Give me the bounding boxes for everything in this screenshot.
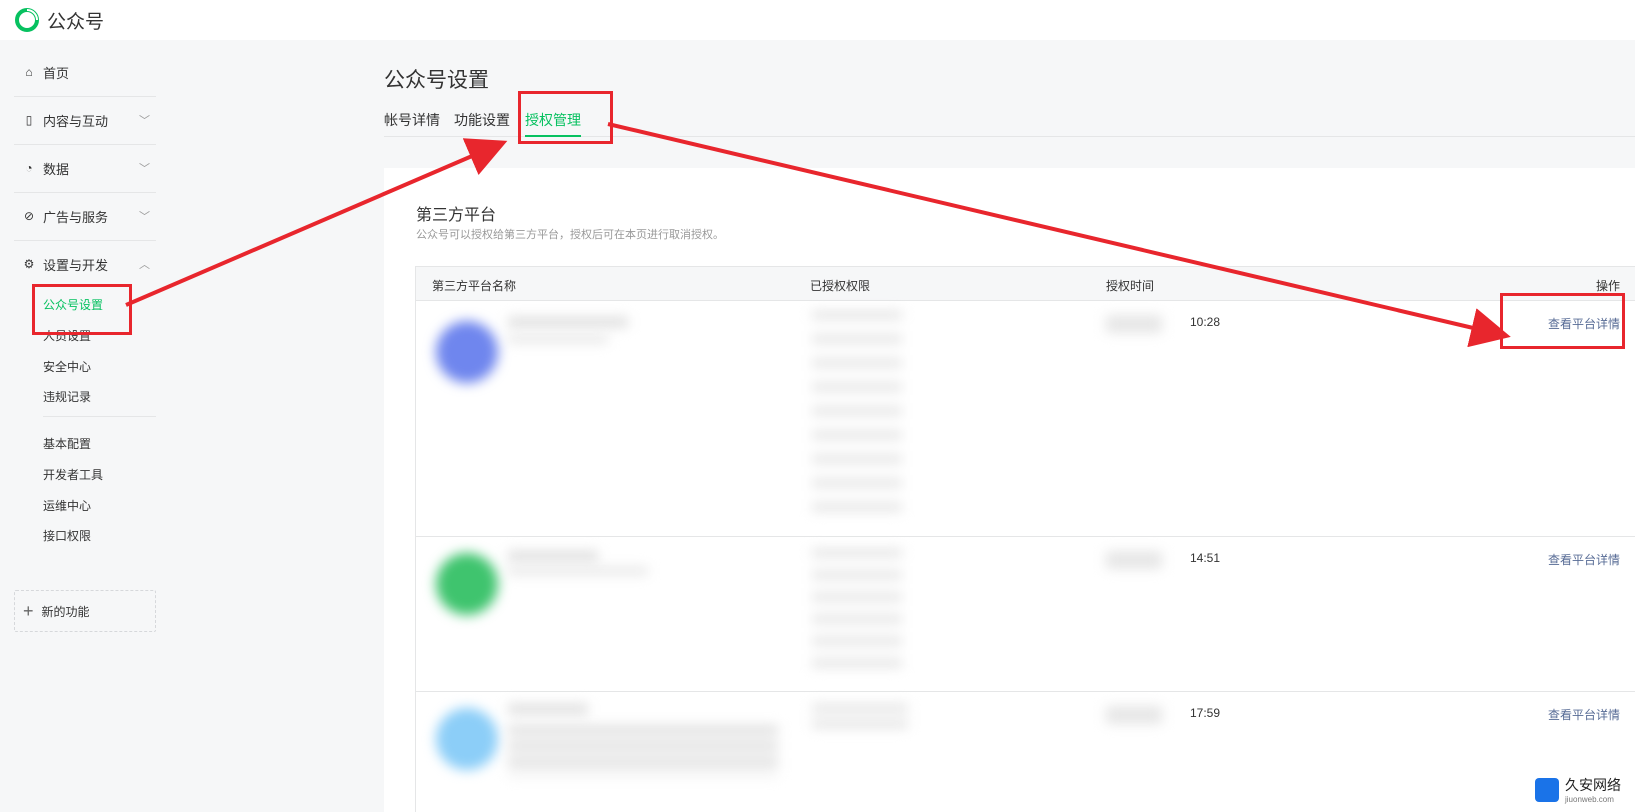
document-icon: ▯ — [25, 113, 33, 127]
watermark-logo-icon — [1535, 777, 1559, 802]
brand-name[interactable]: 公众号 — [47, 7, 104, 34]
watermark: 久安网络 jiuonweb.com — [1535, 775, 1621, 804]
nav-content[interactable]: ▯ 内容与互动 ﹀ — [22, 108, 150, 132]
blurred-platform-desc — [508, 335, 608, 343]
blurred-date — [1106, 315, 1162, 333]
plus-icon: + — [23, 601, 34, 621]
authorization-table: 第三方平台名称 已授权权限 授权时间 操作 10:28 查看平台详情 14:51… — [415, 266, 1635, 812]
sub-developer-tools[interactable]: 开发者工具 — [43, 466, 103, 483]
blurred-platform-name — [508, 317, 628, 327]
nav-ads-label: 广告与服务 — [43, 209, 109, 225]
nav-content-label: 内容与互动 — [43, 113, 109, 129]
chevron-up-icon: ︿ — [139, 259, 150, 271]
blurred-permissions — [812, 704, 908, 732]
top-bar: 公众号 — [0, 0, 1635, 40]
nav-settings[interactable]: ⚙ 设置与开发 ︿ — [22, 252, 150, 276]
sidebar-divider — [14, 192, 156, 193]
nav-ads[interactable]: ⊘ 广告与服务 ﹀ — [22, 204, 150, 228]
nav-data[interactable]: ◔ 数据 ﹀ — [22, 156, 150, 180]
home-icon: ⌂ — [25, 65, 33, 79]
sub-violation-records[interactable]: 违规记录 — [43, 388, 91, 405]
table-header: 第三方平台名称 已授权权限 授权时间 操作 — [416, 267, 1635, 301]
auth-time: 17:59 — [1190, 706, 1221, 720]
third-party-card: 第三方平台 公众号可以授权给第三方平台，授权后可在本页进行取消授权。 第三方平台… — [384, 168, 1635, 812]
wechat-logo-icon[interactable] — [14, 7, 40, 33]
blurred-date — [1106, 551, 1162, 569]
annotation-box-tab — [518, 91, 613, 144]
gear-icon: ⚙ — [23, 257, 35, 271]
sidebar-divider — [14, 144, 156, 145]
nav-settings-label: 设置与开发 — [43, 257, 109, 273]
header-platform-name: 第三方平台名称 — [432, 279, 517, 293]
section-description: 公众号可以授权给第三方平台，授权后可在本页进行取消授权。 — [416, 229, 724, 241]
pie-chart-icon: ◔ — [25, 161, 33, 175]
nav-data-label: 数据 — [43, 161, 70, 177]
sidebar-divider — [14, 240, 156, 241]
auth-time: 10:28 — [1190, 315, 1221, 329]
blurred-platform-name — [508, 704, 588, 714]
sidebar-divider — [14, 96, 156, 97]
sidebar: ⌂ 首页 ▯ 内容与互动 ﹀ ◔ 数据 ﹀ ⊘ 广告与服务 ﹀ ⚙ 设置与开发 … — [0, 40, 170, 812]
table-row: 17:59 查看平台详情 — [416, 692, 1635, 812]
blurred-platform-desc — [508, 567, 648, 575]
blurred-platform-name — [508, 551, 598, 561]
chevron-down-icon: ﹀ — [139, 211, 150, 223]
annotation-box-sidebar — [32, 284, 132, 335]
platform-avatar — [436, 553, 498, 615]
watermark-domain: jiuonweb.com — [1565, 795, 1614, 804]
page-title: 公众号设置 — [384, 69, 489, 92]
chevron-down-icon: ﹀ — [139, 163, 150, 175]
sidebar-divider — [43, 416, 156, 417]
annotation-box-action — [1500, 293, 1625, 349]
view-platform-details-link[interactable]: 查看平台详情 — [1548, 551, 1620, 568]
view-platform-details-link[interactable]: 查看平台详情 — [1548, 706, 1620, 723]
sub-ops-center[interactable]: 运维中心 — [43, 497, 91, 514]
sub-basic-config[interactable]: 基本配置 — [43, 435, 91, 452]
header-permissions: 已授权权限 — [810, 279, 871, 293]
sub-security-center[interactable]: 安全中心 — [43, 358, 91, 375]
nav-home[interactable]: ⌂ 首页 — [22, 60, 150, 84]
section-title: 第三方平台 — [416, 207, 497, 224]
table-row: 14:51 查看平台详情 — [416, 537, 1635, 692]
table-row: 10:28 查看平台详情 — [416, 301, 1635, 537]
tab-account-details[interactable]: 帐号详情 — [384, 110, 440, 130]
platform-avatar — [436, 708, 498, 770]
blurred-permissions — [812, 549, 902, 679]
chevron-down-icon: ﹀ — [139, 115, 150, 127]
header-auth-time: 授权时间 — [1106, 279, 1155, 293]
tab-function-settings[interactable]: 功能设置 — [454, 110, 510, 130]
compass-icon: ⊘ — [23, 209, 35, 223]
sub-api-permissions[interactable]: 接口权限 — [43, 527, 91, 544]
platform-avatar — [436, 321, 498, 383]
auth-time: 14:51 — [1190, 551, 1221, 565]
new-feature-button[interactable]: + 新的功能 — [14, 590, 156, 632]
nav-home-label: 首页 — [43, 65, 70, 81]
blurred-platform-desc — [508, 726, 778, 776]
header-action: 操作 — [1595, 279, 1620, 293]
new-feature-label: 新的功能 — [41, 604, 90, 619]
blurred-permissions — [812, 311, 902, 523]
watermark-name: 久安网络 — [1565, 777, 1621, 793]
blurred-date — [1106, 706, 1162, 724]
